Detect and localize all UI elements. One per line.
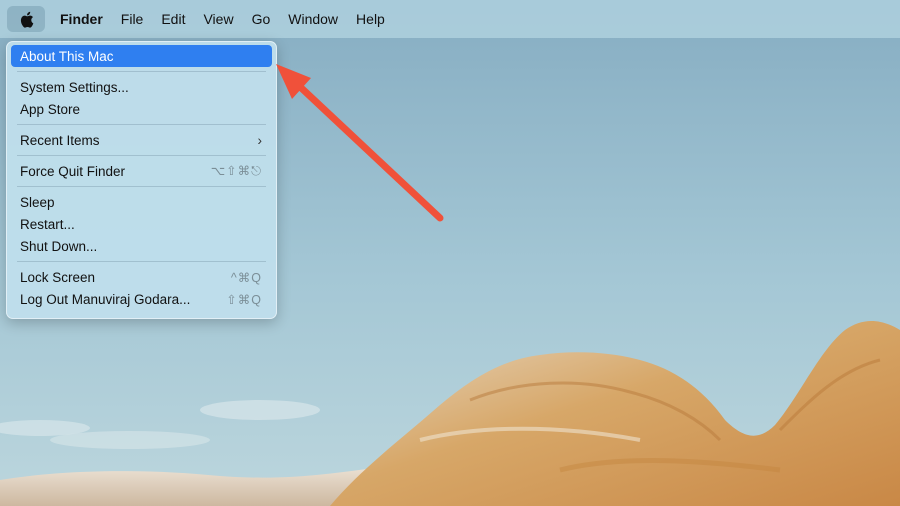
chevron-right-icon: ›	[257, 132, 263, 148]
menu-item-label: Force Quit Finder	[20, 163, 126, 179]
apple-menu-button[interactable]	[7, 6, 45, 32]
keyboard-shortcut: ^⌘Q	[230, 270, 262, 285]
menu-item-sleep[interactable]: Sleep	[11, 191, 272, 213]
menu-item-lock-screen[interactable]: Lock Screen ^⌘Q	[11, 266, 272, 288]
menu-file[interactable]: File	[112, 0, 153, 38]
menu-separator	[17, 261, 266, 262]
menu-item-label: Lock Screen	[20, 269, 96, 285]
apple-logo-icon	[20, 11, 33, 28]
menu-edit[interactable]: Edit	[152, 0, 194, 38]
keyboard-shortcut: ⇧⌘Q	[226, 292, 262, 307]
menu-item-app-store[interactable]: App Store	[11, 98, 272, 120]
menu-separator	[17, 186, 266, 187]
menu-item-label: Log Out Manuviraj Godara...	[20, 291, 191, 307]
menu-bar: Finder File Edit View Go Window Help	[0, 0, 900, 38]
menu-separator	[17, 71, 266, 72]
menu-item-recent-items[interactable]: Recent Items ›	[11, 129, 272, 151]
menu-item-shut-down[interactable]: Shut Down...	[11, 235, 272, 257]
menu-item-label: System Settings...	[20, 79, 129, 95]
menu-item-restart[interactable]: Restart...	[11, 213, 272, 235]
menu-finder[interactable]: Finder	[51, 0, 112, 38]
menu-item-system-settings[interactable]: System Settings...	[11, 76, 272, 98]
menu-separator	[17, 155, 266, 156]
menu-separator	[17, 124, 266, 125]
menu-item-label: Recent Items	[20, 132, 100, 148]
menu-item-log-out[interactable]: Log Out Manuviraj Godara... ⇧⌘Q	[11, 288, 272, 310]
menu-item-label: About This Mac	[20, 48, 114, 64]
menu-window[interactable]: Window	[279, 0, 347, 38]
menu-item-label: App Store	[20, 101, 81, 117]
menu-item-label: Sleep	[20, 194, 55, 210]
menu-item-force-quit[interactable]: Force Quit Finder ⌥⇧⌘⎋	[11, 160, 272, 182]
apple-menu-dropdown: About This Mac System Settings... App St…	[6, 41, 277, 319]
menu-item-label: Shut Down...	[20, 238, 98, 254]
menu-help[interactable]: Help	[347, 0, 394, 38]
menu-item-label: Restart...	[20, 216, 75, 232]
menu-go[interactable]: Go	[243, 0, 280, 38]
menu-item-about-this-mac[interactable]: About This Mac	[11, 45, 272, 67]
menu-view[interactable]: View	[194, 0, 242, 38]
keyboard-shortcut: ⌥⇧⌘⎋	[210, 164, 262, 178]
